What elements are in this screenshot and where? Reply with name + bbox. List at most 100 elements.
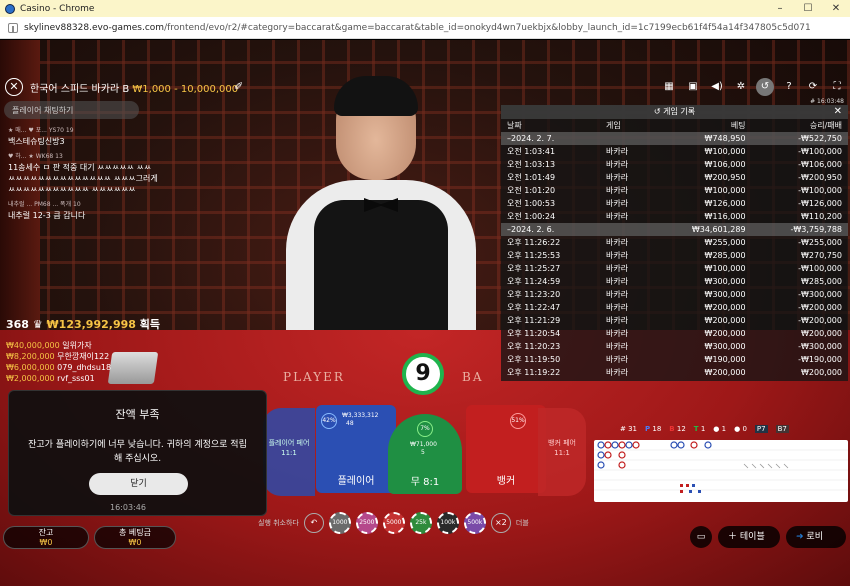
close-history-button[interactable]: ✕ xyxy=(834,105,842,119)
history-header: ↺ 게임 기록 ✕ xyxy=(501,105,848,119)
chrome-icon xyxy=(5,3,15,14)
top-toolbar: ▦ ▣ ◀) ✲ ↺ ? ⟳ ⛶ xyxy=(660,78,846,96)
chip-2500[interactable]: 2500 xyxy=(355,512,378,534)
game-stage: PLAYER BA ✕ 한국어 스피드 바카라 B ₩1,000 - 10,00… xyxy=(0,40,850,586)
bet-limit: ₩1,000 - 10,000,000 xyxy=(132,84,239,95)
chat-message: ♥ 하... ★ WK68 13 11송세수 ㅁ 판 적중 대기 ㅆㅆㅆㅆㅆ ㅆ… xyxy=(8,153,158,194)
history-row: 오후 11:23:20 바카라 ₩300,000 -₩300,000 xyxy=(501,288,848,301)
player-pair-count: ● 1 xyxy=(713,425,727,433)
tie-bet[interactable]: 7% ₩71,000 5 무 8:1 xyxy=(388,414,462,494)
settings-gear-icon[interactable]: ✲ xyxy=(732,78,750,96)
maximize-button[interactable]: ☐ xyxy=(794,3,822,14)
history-result: ₩270,750 xyxy=(801,251,842,260)
total-bet-display: 총 베팅금 ₩0 xyxy=(94,526,176,549)
share-icon[interactable]: ⟳ xyxy=(804,78,822,96)
dialog-title: 잔액 부족 xyxy=(115,408,160,421)
history-game: 바카라 xyxy=(606,329,629,338)
history-time: 오전 1:00:53 xyxy=(507,199,556,208)
chat-input[interactable]: 플레이어 채팅하기 xyxy=(4,101,139,119)
history-time: 오전 1:03:41 xyxy=(507,147,556,156)
chip-tray: 실행 취소하다 ↶ 1000 2500 5000 25k 100k 500k ×… xyxy=(258,512,529,534)
history-result: -₩300,000 xyxy=(798,342,842,351)
window-titlebar: Casino - Chrome – ☐ ✕ xyxy=(0,0,850,17)
history-game: 바카라 xyxy=(606,368,629,377)
lobby-button[interactable]: ➜ 로비 xyxy=(786,526,846,548)
sound-icon[interactable]: ◀) xyxy=(708,78,726,96)
history-result: -₩255,000 xyxy=(798,238,842,247)
undo-icon[interactable]: ↶ xyxy=(303,513,324,533)
close-game-button[interactable]: ✕ xyxy=(5,78,23,96)
history-time: 오후 11:25:53 xyxy=(507,251,561,260)
history-time: 오후 11:25:27 xyxy=(507,264,561,273)
player-pair-bet[interactable]: 플레이어 페어 11:1 xyxy=(263,408,315,496)
history-bet: ₩190,000 xyxy=(704,355,746,364)
history-bet: ₩300,000 xyxy=(704,277,746,286)
history-result: -₩522,750 xyxy=(751,132,848,145)
window-title: Casino - Chrome xyxy=(20,3,95,14)
history-bet: ₩300,000 xyxy=(704,342,746,351)
column-bet: 베팅 xyxy=(730,121,746,130)
history-game: 바카라 xyxy=(606,173,629,182)
history-game: 바카라 xyxy=(606,355,629,364)
history-game: 바카라 xyxy=(606,277,629,286)
history-icon[interactable]: ↺ xyxy=(756,78,774,96)
table-view-icon[interactable]: ▦ xyxy=(660,78,678,96)
history-result: ₩110,200 xyxy=(801,212,842,221)
history-date-row: –2024. 2. 7. ₩748,950 -₩522,750 xyxy=(501,132,848,145)
history-time: 오후 11:19:22 xyxy=(507,368,561,377)
video-quality-icon[interactable]: ▣ xyxy=(684,78,702,96)
scoreboard-road[interactable] xyxy=(594,440,848,502)
history-game: 바카라 xyxy=(606,303,629,312)
history-bet: ₩106,000 xyxy=(704,160,746,169)
history-result: -₩200,950 xyxy=(798,173,842,182)
column-game: 게임 xyxy=(606,121,621,130)
winner-row: ₩40,000,000 일위가자 xyxy=(6,341,92,350)
history-bet: ₩285,000 xyxy=(704,251,746,260)
banker-pair-bet[interactable]: 뱅커 페어 11:1 xyxy=(538,408,586,496)
history-time: –2024. 2. 6. xyxy=(501,223,600,236)
chip-100k[interactable]: 100k xyxy=(436,512,459,534)
lobby-arrow-icon: ➜ xyxy=(796,532,804,542)
history-row: 오후 11:21:29 바카라 ₩200,000 -₩200,000 xyxy=(501,314,848,327)
history-game: 바카라 xyxy=(606,212,629,221)
history-bet: ₩255,000 xyxy=(704,238,746,247)
site-info-icon[interactable] xyxy=(8,22,18,33)
balance-display: 잔고 ₩0 xyxy=(3,526,89,549)
history-time: 오후 11:23:20 xyxy=(507,290,561,299)
chip-1000[interactable]: 1000 xyxy=(328,512,351,534)
close-window-button[interactable]: ✕ xyxy=(822,3,850,14)
double-button[interactable]: ×2 xyxy=(490,513,511,533)
minimize-button[interactable]: – xyxy=(766,3,794,14)
chip-25k[interactable]: 25k xyxy=(409,512,432,534)
chat-log: ★ 매... ♥ 포... YS70 19 백스테슈팅신방3 ♥ 하... ★ … xyxy=(8,125,158,221)
history-bet: ₩300,000 xyxy=(704,290,746,299)
history-row: 오후 11:19:22 바카라 ₩200,000 ₩200,000 xyxy=(501,366,848,379)
pin-icon[interactable]: ✐ xyxy=(234,80,243,93)
dialog-close-button[interactable]: 닫기 xyxy=(89,473,188,495)
history-time: –2024. 2. 7. xyxy=(501,132,600,145)
history-result: -₩3,759,788 xyxy=(751,223,848,236)
bottom-clock: 16:03:46 xyxy=(110,503,146,512)
history-time: 오전 1:01:20 xyxy=(507,186,556,195)
chat-toggle-icon[interactable]: ▭ xyxy=(690,526,712,548)
address-bar[interactable]: skylinev88328.evo-games.com /frontend/ev… xyxy=(0,17,850,39)
winners-list: ₩40,000,000 일위가자 ₩8,200,000 무한깡재이122 ₩6,… xyxy=(6,340,111,384)
history-time: 오후 11:24:59 xyxy=(507,277,561,286)
tables-button[interactable]: ＋ 테이블 xyxy=(718,526,780,548)
help-icon[interactable]: ? xyxy=(780,78,798,96)
history-row: 오후 11:20:54 바카라 ₩200,000 ₩200,000 xyxy=(501,327,848,340)
fullscreen-icon[interactable]: ⛶ xyxy=(828,78,846,96)
chip-500k[interactable]: 500k xyxy=(463,512,486,534)
history-result: -₩200,000 xyxy=(798,303,842,312)
banker-pair-count: ● 0 xyxy=(734,425,747,433)
road-grid xyxy=(594,441,848,493)
chip-5000[interactable]: 5000 xyxy=(382,512,405,534)
felt-player-label: PLAYER xyxy=(283,370,345,384)
history-time: 오후 11:19:50 xyxy=(507,355,561,364)
winner-row: ₩8,200,000 무한깡재이122 xyxy=(6,352,110,361)
history-bet: ₩748,950 xyxy=(651,132,752,145)
banker-bet[interactable]: 51% 뱅커 xyxy=(466,405,546,493)
player-bet[interactable]: 42% ₩3,333,312 48 플레이어 xyxy=(316,405,396,493)
countdown-timer: 9 xyxy=(402,353,444,395)
history-time: 오전 1:00:24 xyxy=(507,212,556,221)
